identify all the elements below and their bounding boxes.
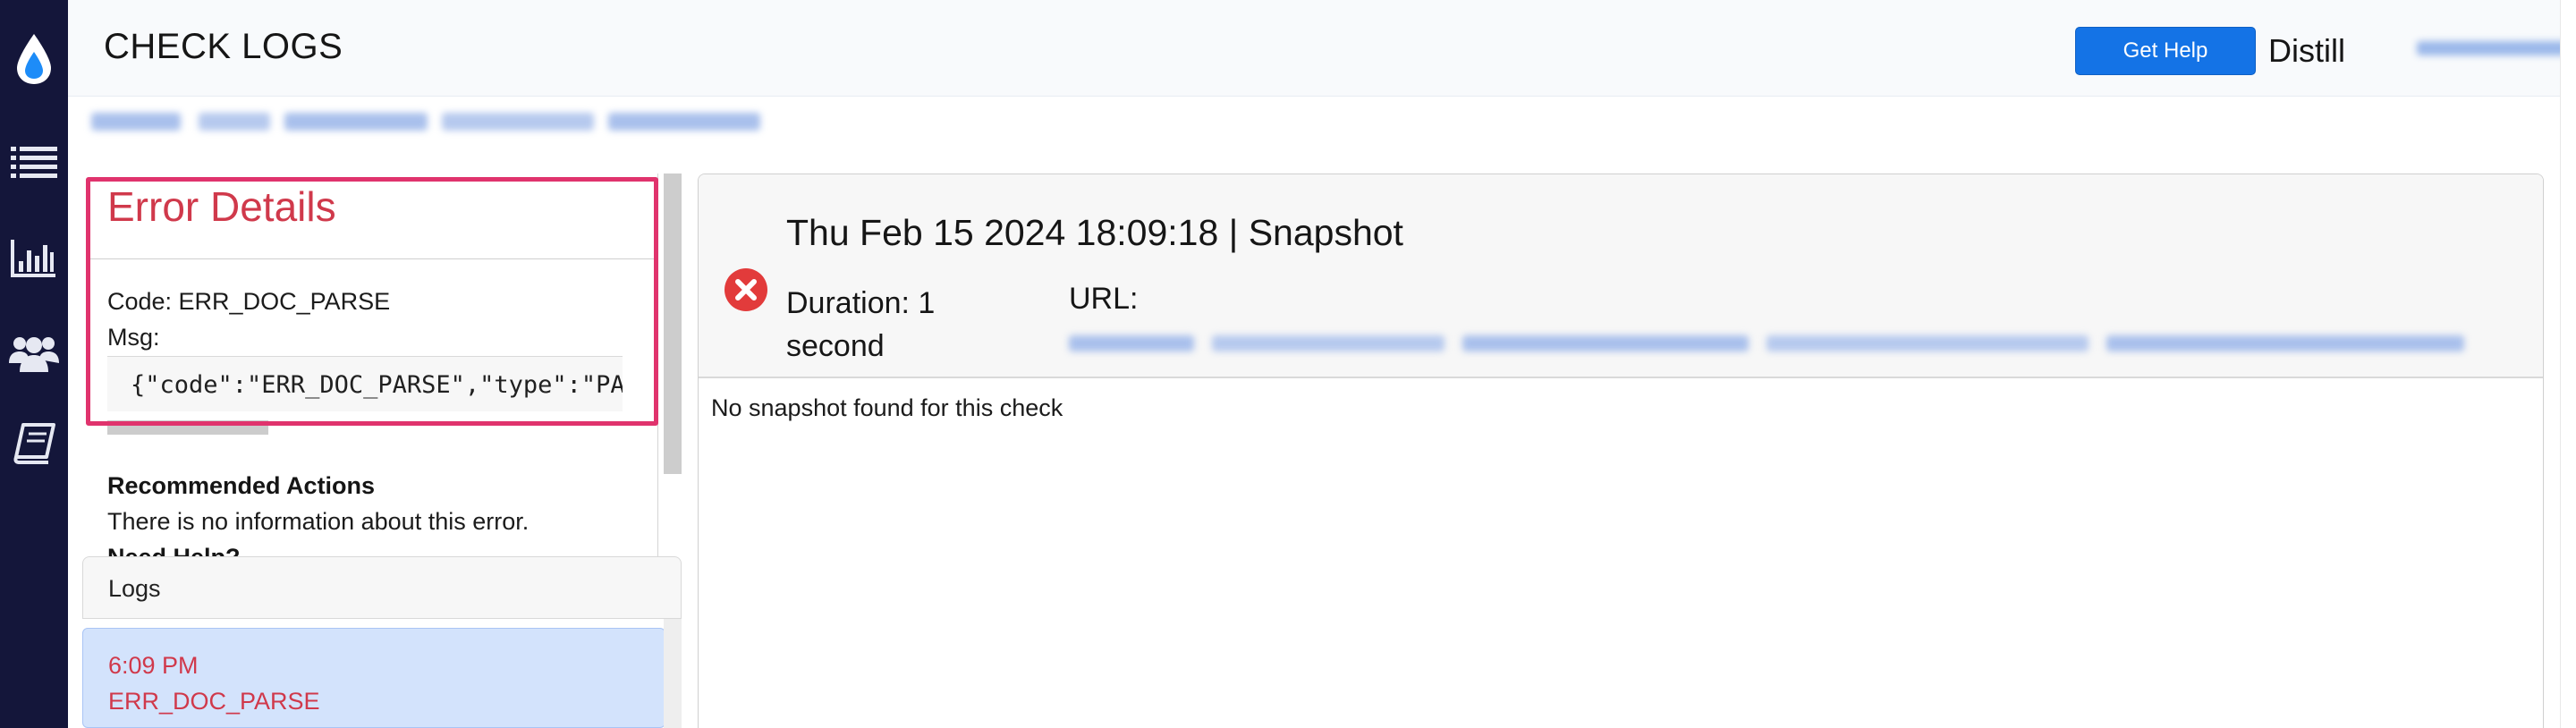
error-x-icon [724, 267, 768, 312]
drop-logo-icon [13, 32, 55, 86]
sidebar-logo[interactable] [0, 32, 68, 86]
sidebar-item-reports[interactable] [0, 231, 68, 284]
snapshot-panel: Thu Feb 15 2024 18:09:18 | Snapshot Dura… [698, 174, 2544, 728]
sidebar-item-monitors[interactable] [0, 136, 68, 190]
user-name-redacted [2417, 41, 2571, 55]
error-code: Code: ERR_DOC_PARSE [107, 288, 391, 315]
log-item[interactable]: 6:09 PM ERR_DOC_PARSE [82, 628, 665, 728]
sidebar-item-docs[interactable] [0, 417, 68, 470]
log-item-code: ERR_DOC_PARSE [108, 688, 320, 715]
logs-header: Logs [82, 556, 682, 619]
error-panel-scrollbar[interactable] [664, 174, 682, 474]
recommended-actions-text: There is no information about this error… [107, 508, 530, 535]
snapshot-title: Thu Feb 15 2024 18:09:18 | Snapshot [786, 212, 1403, 253]
logs-scrollbar[interactable] [664, 619, 682, 728]
list-icon [11, 145, 57, 181]
snapshot-header: Thu Feb 15 2024 18:09:18 | Snapshot Dura… [699, 174, 2543, 378]
logs-title: Logs [108, 575, 161, 602]
page-scrollbar[interactable] [2560, 0, 2576, 728]
top-header: CHECK LOGS Get Help Distill [68, 0, 2576, 97]
user-menu[interactable] [2408, 36, 2576, 61]
book-icon [13, 423, 55, 464]
breadcrumb[interactable] [86, 104, 766, 140]
duration-text: Duration: 1 second [786, 286, 936, 363]
url-label: URL: [1069, 282, 1139, 316]
sidebar-item-team[interactable] [0, 326, 68, 379]
log-item-time: 6:09 PM [108, 652, 199, 679]
get-help-button[interactable]: Get Help [2075, 27, 2256, 75]
users-icon [9, 333, 59, 372]
error-details-heading: Error Details [107, 183, 336, 230]
error-msg-value: {"code":"ERR_DOC_PARSE","type":"PARSE"} [131, 371, 623, 399]
divider [86, 258, 658, 259]
url-value-redacted[interactable] [1069, 326, 2464, 359]
recommended-actions-heading: Recommended Actions [107, 472, 376, 499]
page-title: CHECK LOGS [104, 27, 343, 66]
error-msg-box[interactable]: {"code":"ERR_DOC_PARSE","type":"PARSE"} [107, 356, 623, 411]
brand-name: Distill [2268, 32, 2345, 69]
logs-list: 6:09 PM ERR_DOC_PARSE [82, 619, 682, 728]
bar-chart-icon [11, 238, 57, 277]
error-msg-scrollbar[interactable] [107, 420, 268, 435]
error-msg-label: Msg: [107, 324, 160, 351]
sidebar [0, 0, 68, 728]
empty-snapshot-message: No snapshot found for this check [711, 394, 1063, 421]
